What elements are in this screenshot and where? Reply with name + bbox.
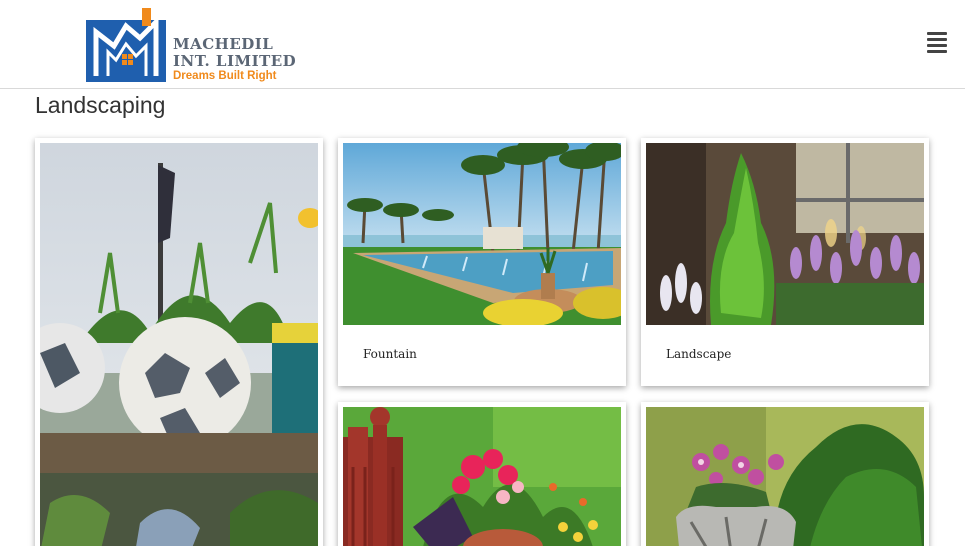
logo-text: MACHEDIL INT. LIMITED Dreams Built Right <box>173 35 297 83</box>
gallery-card[interactable] <box>338 402 626 546</box>
card-caption: Fountain <box>363 347 417 361</box>
gallery-card[interactable] <box>35 138 323 546</box>
logo-tagline: Dreams Built Right <box>173 70 277 82</box>
page-title: Landscaping <box>35 92 166 118</box>
logo-company-suffix: INT. LIMITED <box>173 52 297 70</box>
gallery-card[interactable] <box>641 402 929 546</box>
gallery-card[interactable]: Fountain <box>338 138 626 386</box>
logo-company-name: MACHEDIL <box>173 35 274 53</box>
hamburger-menu-button[interactable] <box>927 32 949 54</box>
company-logo[interactable]: MACHEDIL INT. LIMITED Dreams Built Right <box>86 6 306 82</box>
site-header: MACHEDIL INT. LIMITED Dreams Built Right <box>0 0 965 89</box>
soccer-ball-planter-photo <box>40 143 318 546</box>
purple-flowers-planter-photo <box>646 407 924 546</box>
flower-pot-railing-photo <box>343 407 621 546</box>
gallery-card[interactable]: Landscape <box>641 138 929 386</box>
landscape-plants-photo <box>646 143 924 325</box>
fountain-photo <box>343 143 621 325</box>
hamburger-icon <box>927 32 947 35</box>
house-logo-icon <box>86 8 166 82</box>
card-caption: Landscape <box>666 347 732 361</box>
